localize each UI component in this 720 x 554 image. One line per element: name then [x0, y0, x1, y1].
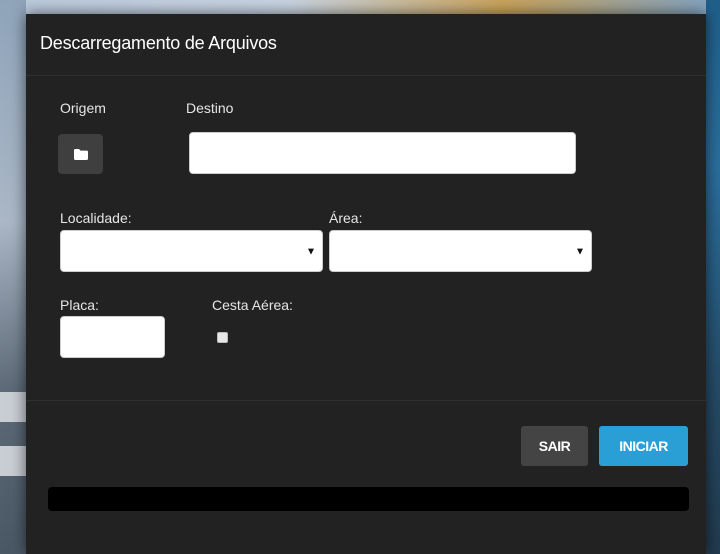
download-progress-bar	[48, 487, 689, 511]
background-row	[0, 392, 26, 422]
area-select[interactable]	[329, 230, 592, 272]
localidade-label: Localidade:	[60, 210, 132, 226]
background-app-edge	[706, 0, 720, 554]
placa-field[interactable]	[60, 316, 165, 358]
folder-icon	[73, 148, 88, 160]
chevron-down-icon	[308, 248, 314, 255]
placa-input[interactable]	[61, 317, 164, 357]
chevron-down-icon	[577, 248, 583, 255]
destino-input[interactable]	[190, 133, 575, 173]
cesta-aerea-checkbox[interactable]	[217, 332, 228, 343]
localidade-select[interactable]	[60, 230, 323, 272]
background-app-header	[0, 0, 720, 14]
background-row	[0, 446, 26, 476]
destino-field[interactable]	[189, 132, 576, 174]
sair-button[interactable]: SAIR	[521, 426, 588, 466]
destino-label: Destino	[186, 100, 234, 116]
cesta-aerea-label: Cesta Aérea:	[212, 297, 293, 313]
footer-divider	[26, 400, 706, 401]
modal-header: Descarregamento de Arquivos	[26, 14, 706, 76]
origem-folder-button[interactable]	[58, 134, 103, 174]
download-files-modal: Descarregamento de Arquivos Origem Desti…	[26, 14, 706, 554]
origem-label: Origem	[60, 100, 106, 116]
area-label: Área:	[329, 210, 363, 226]
placa-label: Placa:	[60, 297, 99, 313]
iniciar-button[interactable]: INICIAR	[599, 426, 688, 466]
modal-title: Descarregamento de Arquivos	[40, 33, 277, 53]
